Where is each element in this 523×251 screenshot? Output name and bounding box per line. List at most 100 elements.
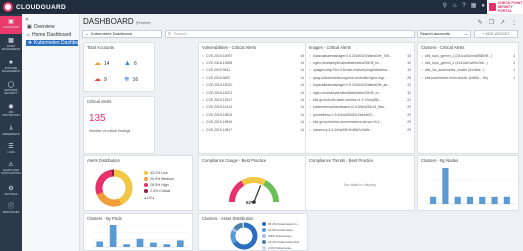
vulnerability-row[interactable]: □ CVE-2018-12658 14 (202, 59, 304, 66)
help-icon[interactable]: ? (462, 3, 465, 10)
pods-bar[interactable] (96, 241, 104, 248)
vulnerability-row[interactable]: □ CVE-2019-15020 14 (202, 82, 304, 89)
nav-logs[interactable]: ☰ Logs (0, 142, 22, 158)
pods-bar[interactable] (109, 225, 117, 247)
subnav-item-kubernetes-dashboard[interactable]: ⎈ Kubernetes Dashboard (26, 40, 85, 46)
account-gcp[interactable]: ☁ 9 (94, 76, 107, 84)
nav-alerts-notifications[interactable]: ⚠ Alerts and Notifications (0, 160, 22, 182)
dashboard-select[interactable]: ⌄ Kubernetes Dashboard (82, 30, 162, 38)
legend-label: 28.5% High (150, 183, 169, 187)
apps-icon[interactable]: ▦ (471, 3, 477, 10)
vulnerability-row[interactable]: □ CVE-2019-19815 14 (202, 111, 304, 118)
account-aws[interactable]: ☁ 14 (94, 60, 110, 68)
asset-slice[interactable] (233, 222, 244, 231)
widget-compliance-trends: Compliance Trends - Best Practice No dat… (305, 155, 415, 211)
gauge-value: 62% (246, 200, 256, 205)
nav-posture-management[interactable]: ★ Posture Management (0, 58, 22, 78)
bell-icon[interactable]: ♨ (452, 3, 457, 10)
collapse-icon[interactable]: ✕ (25, 17, 29, 23)
edit-icon[interactable]: ✎ (478, 19, 483, 26)
asset-legend-item[interactable]: 2.0% Kubernetes... (262, 245, 299, 251)
row-count: 14 (300, 61, 304, 66)
search-input[interactable]: ⚲ Search (165, 30, 415, 38)
vulnerability-row[interactable]: □ CVE-2019-10097 15 (202, 52, 304, 59)
asset-slice[interactable] (231, 227, 238, 233)
cluster-row[interactable]: □ k8s_topo_gemini_1 (2d1ca30c/ea896809f..… (421, 52, 515, 59)
legend-swatch (262, 240, 266, 244)
chevron-right-icon[interactable]: ▸ (153, 196, 155, 200)
chevron-down-icon: ⌄ (464, 31, 468, 36)
pods-bar[interactable] (123, 244, 130, 247)
image-row[interactable]: □ k8s.gcr.io/kube-state-metrics:v1.9.7/sh… (309, 96, 411, 103)
nav-network-security[interactable]: ◯ Network Security (0, 80, 22, 100)
chevron-left-icon[interactable]: ◂ (144, 196, 146, 200)
cluster-row[interactable]: □ k8s_topo_gemini_2 (41d1da7a/e9c2e8...) 2 (421, 59, 515, 66)
row-count: 20 (407, 112, 411, 117)
nodes-bar[interactable] (479, 196, 486, 204)
vulnerability-row[interactable]: □ CVE-2019-19817 14 (202, 126, 304, 133)
brand[interactable]: CLOUDGUARD (3, 2, 66, 12)
badge-line2: INFINITY PORTAL (497, 5, 513, 13)
nodes-bar[interactable] (491, 196, 498, 204)
image-row[interactable]: □ k8s.gcr.io/metrics-server/metrics-serve… (309, 119, 411, 126)
row-name: quay.io/kubernetes-ingress-controller/ng… (313, 75, 388, 80)
check-point-badge[interactable]: CHECK POINT INFINITY PORTAL (487, 0, 523, 14)
row-name: kubernetesui/dashboard:v2.0.0/sha256:c3_… (313, 105, 387, 110)
row-count: 14 (300, 83, 304, 88)
asset-slice[interactable] (230, 230, 238, 244)
critical-count[interactable]: 135 (89, 113, 106, 124)
pods-bar[interactable] (176, 240, 184, 247)
pods-bar[interactable] (150, 242, 157, 247)
alerts-slice[interactable] (96, 191, 122, 207)
asset-donut-chart (230, 222, 258, 250)
nav-dashboard[interactable]: ▣ Dashboard (0, 16, 22, 34)
alerts-slice[interactable] (113, 169, 133, 205)
nav-iam-protection[interactable]: ◉ IAM Protection (0, 102, 22, 122)
image-row[interactable]: □ kopsvalidatemanager:0.5.20180420/latest… (309, 52, 411, 59)
vulnerability-row[interactable]: □ CVE-2018-14021 14 (202, 89, 304, 96)
image-row[interactable]: □ nginx-test/sample:latest/latest/sha256:… (309, 59, 411, 66)
subnav-item-overview[interactable]: ▣ Overview (27, 24, 55, 30)
image-row[interactable]: □ quay.io/kubernetes-ingress-controller/n… (309, 74, 411, 81)
add-widget-button[interactable]: + ADD WIDGET (474, 30, 518, 38)
vulnerability-row[interactable]: □ CVE-2019-9812 14 (202, 67, 304, 74)
share-icon[interactable]: ↗ (500, 19, 505, 26)
vulnerability-row[interactable]: □ CVE-2019-19816 14 (202, 119, 304, 126)
nav-resources[interactable]: ⓘ Resources (0, 202, 22, 218)
image-row[interactable]: □ prometheus:1.5.4/sha256:82c2b4e4f03... 2… (309, 111, 411, 118)
vulnerability-row[interactable]: □ CVE-2019-11413 14 (202, 104, 304, 111)
vulnerability-row[interactable]: □ CVE-2016-9822 14 (202, 74, 304, 81)
account-kubernetes[interactable]: ⎈ 16 (124, 76, 138, 84)
nodes-bar[interactable] (503, 196, 510, 204)
search-icon[interactable]: ⚲ (443, 3, 447, 10)
row-count: 1 (513, 68, 515, 73)
legend-pager[interactable]: ◂ 1/2 ▸ (144, 196, 155, 200)
alerts-slice[interactable] (95, 169, 113, 195)
nodes-bar[interactable] (430, 196, 437, 204)
pods-bar[interactable] (163, 244, 171, 247)
nav-asset-management[interactable]: ▩ Asset Management (0, 36, 22, 56)
image-row[interactable]: □ nginx-test/sample:latest/latest/sha256:… (309, 89, 411, 96)
accounts-select[interactable]: Search accounts ⌄ (417, 30, 471, 38)
image-row[interactable]: □ cammoxy:3.4.4/sha256:fb4f0a7c0a9e... 20 (309, 126, 411, 133)
vulnerability-row[interactable]: □ CVE-2019-12617 14 (202, 96, 304, 103)
nodes-bar[interactable] (442, 168, 449, 204)
cluster-row[interactable]: □ k8s-kubernetes-helm-cluster (ed81b... 8… (421, 74, 515, 81)
alerts-legend-item[interactable]: 2.4% Critical (144, 188, 174, 194)
nav-serverless[interactable]: λ Serverless (0, 124, 22, 140)
account-azure[interactable]: ▲ 6 (124, 60, 137, 68)
images-list: □ kopsvalidatemanager:0.5.20180420/latest… (309, 52, 411, 133)
nodes-bar[interactable] (466, 196, 474, 204)
copy-icon[interactable]: ❐ (489, 19, 494, 26)
cluster-row[interactable]: □ k8s_ido_kubernetes_cluster (d1c6ba...) 1 (421, 67, 515, 74)
subnav-item-home-dashboard[interactable]: ⌂ Home Dashboard (27, 32, 71, 38)
more-icon[interactable]: ⋮ (511, 19, 517, 26)
nodes-bar[interactable] (454, 196, 461, 204)
resources-icon: ⓘ (7, 204, 14, 210)
pods-bar[interactable] (136, 238, 144, 247)
image-row[interactable]: □ kopsvalidatemanager:0.5.20180420/latest… (309, 82, 411, 89)
image-row[interactable]: □ kubernetesui/dashboard:v2.0.0/sha256:c3… (309, 104, 411, 111)
user-icon[interactable]: ● (481, 3, 485, 10)
image-row[interactable]: □ opalgrkcamp7/b4.0.8/ruler.sha/verylong/… (309, 67, 411, 74)
nav-settings[interactable]: ⚙ Settings (0, 184, 22, 200)
